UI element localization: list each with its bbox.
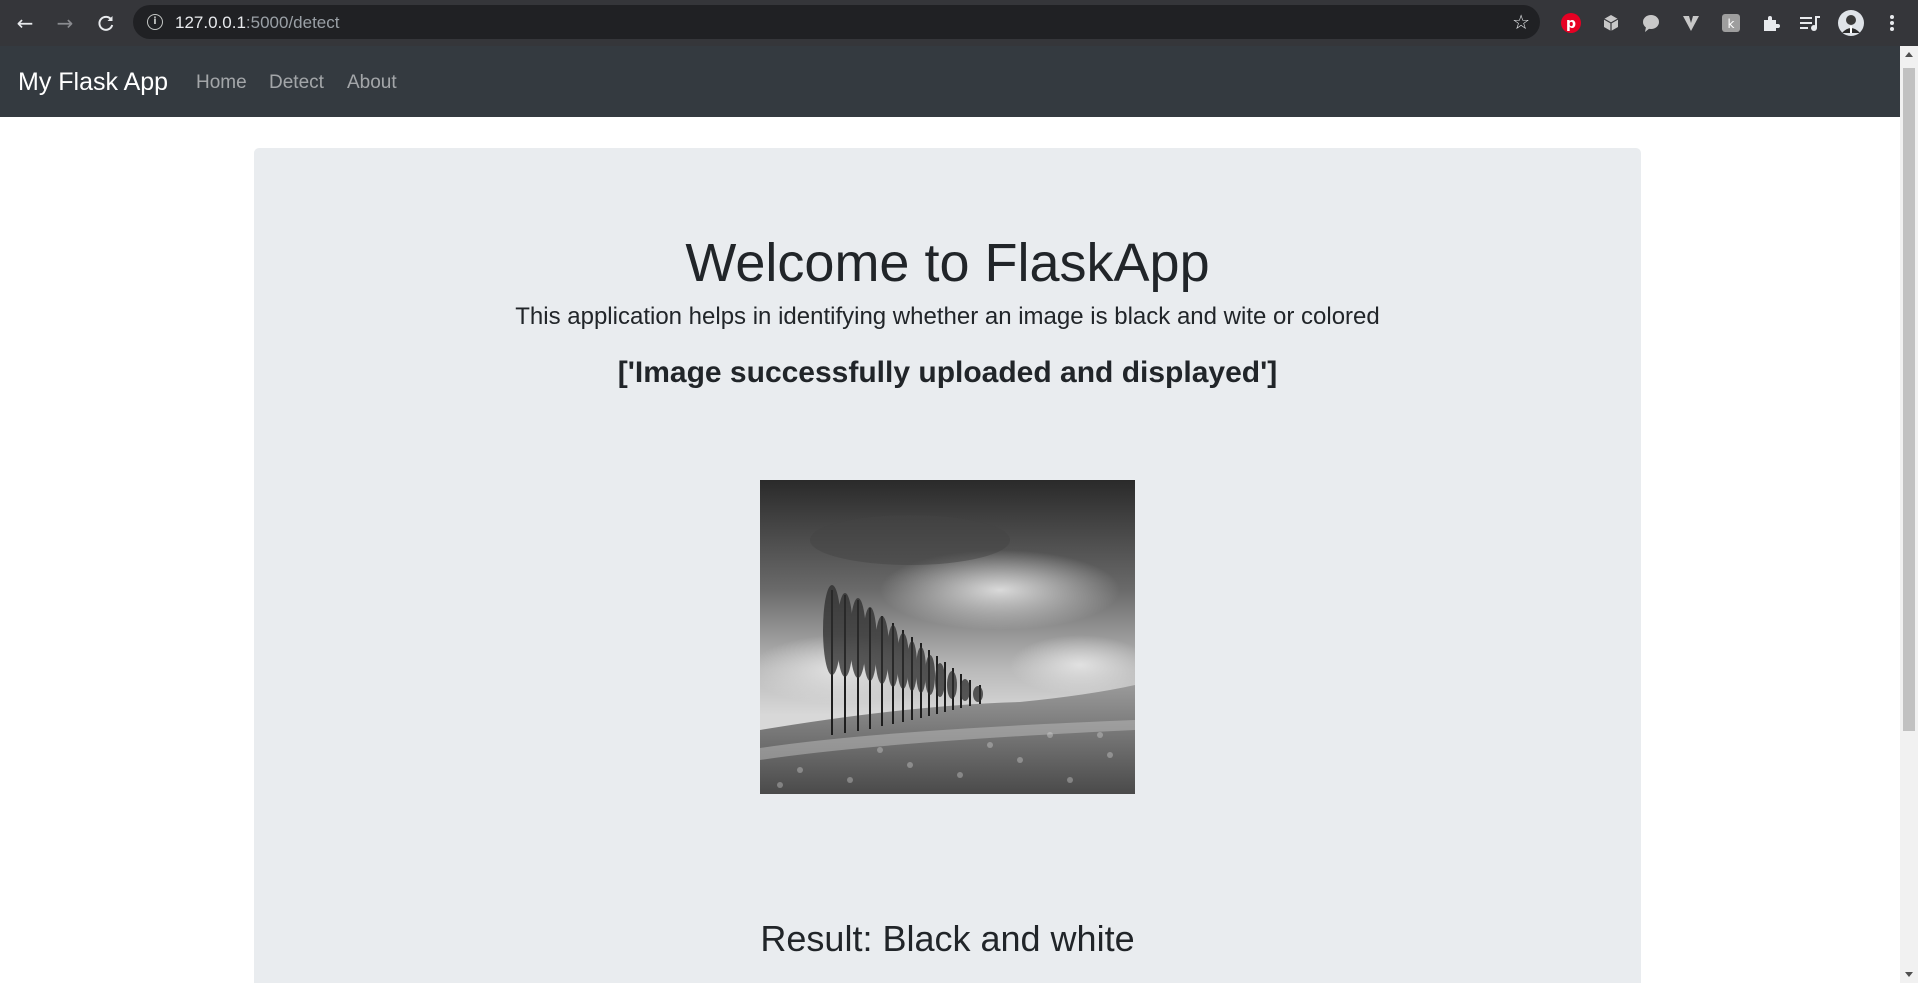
info-icon[interactable]: i — [147, 14, 163, 30]
kebab-menu-icon[interactable] — [1880, 11, 1904, 35]
url-host: 127.0.0.1 — [175, 13, 246, 32]
nav-link-about[interactable]: About — [347, 72, 397, 94]
puzzle-icon[interactable] — [1759, 11, 1783, 35]
address-bar[interactable]: i 127.0.0.1:5000/detect ☆ — [133, 5, 1540, 39]
svg-text:k: k — [1728, 17, 1735, 31]
browser-toolbar: ← → i 127.0.0.1:5000/detect ☆ p k — [0, 0, 1918, 46]
page-title: Welcome to FlaskApp — [685, 233, 1210, 293]
url-path: :5000/detect — [245, 13, 340, 32]
navbar-brand[interactable]: My Flask App — [18, 68, 168, 97]
navbar: My Flask App Home Detect About — [0, 46, 1900, 117]
jumbotron: Welcome to FlaskApp This application hel… — [254, 148, 1641, 983]
cube-icon[interactable] — [1599, 11, 1623, 35]
arrow-right-icon[interactable]: → — [52, 10, 78, 36]
flash-message: ['Image successfully uploaded and displa… — [617, 356, 1278, 389]
svg-text:p: p — [1566, 16, 1576, 32]
pinterest-icon[interactable]: p — [1559, 11, 1583, 35]
page-scrollbar[interactable] — [1900, 46, 1918, 983]
uploaded-image — [760, 480, 1135, 794]
scroll-down-icon[interactable] — [1905, 972, 1913, 977]
result-text: Result: Black and white — [760, 918, 1135, 959]
k-icon[interactable]: k — [1719, 11, 1743, 35]
url-text[interactable]: 127.0.0.1:5000/detect — [175, 13, 339, 33]
scroll-up-icon[interactable] — [1905, 52, 1913, 57]
star-icon[interactable]: ☆ — [1512, 10, 1530, 34]
reload-icon[interactable] — [93, 10, 119, 36]
nav-link-home[interactable]: Home — [196, 72, 247, 94]
nav-link-detect[interactable]: Detect — [269, 72, 324, 94]
lead-text: This application helps in identifying wh… — [515, 303, 1380, 330]
scrollbar-thumb[interactable] — [1903, 68, 1915, 731]
avatar[interactable] — [1836, 8, 1866, 38]
page-viewport: My Flask App Home Detect About Welcome t… — [0, 46, 1900, 983]
speech-bubble-icon[interactable] — [1639, 11, 1663, 35]
v-icon[interactable] — [1679, 11, 1703, 35]
arrow-left-icon[interactable]: ← — [12, 10, 38, 36]
media-queue-icon[interactable] — [1798, 11, 1822, 35]
